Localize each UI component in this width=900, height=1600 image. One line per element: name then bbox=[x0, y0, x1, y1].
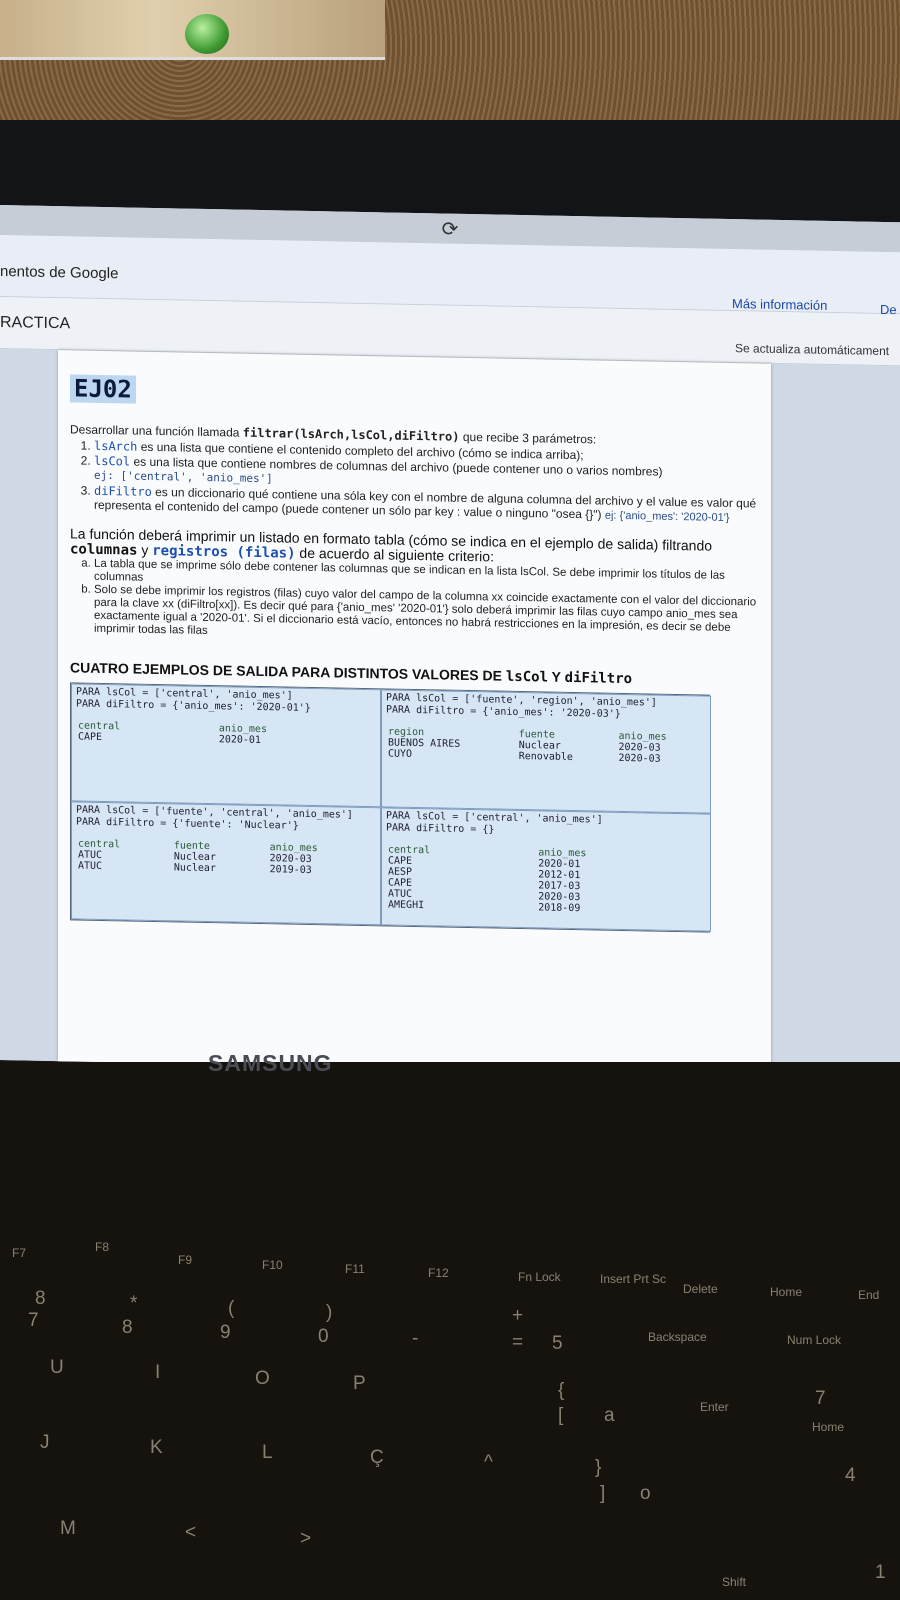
table-cell: 2020-03 bbox=[618, 752, 661, 765]
key-glyph[interactable]: + bbox=[512, 1305, 523, 1327]
table-cell: Nuclear bbox=[173, 862, 216, 875]
key-glyph[interactable]: } bbox=[595, 1457, 601, 1479]
key-label[interactable]: F7 bbox=[12, 1246, 26, 1260]
key-label[interactable]: Insert Prt Sc bbox=[600, 1272, 666, 1286]
page-heading: EJ02 bbox=[70, 374, 136, 404]
examples-title-text: CUATRO EJEMPLOS DE SALIDA PARA DISTINTOS… bbox=[70, 659, 506, 684]
param-list: lsArch es una lista que contiene el cont… bbox=[94, 439, 759, 526]
pushpin-icon bbox=[185, 14, 229, 54]
key-glyph[interactable]: O bbox=[255, 1368, 270, 1390]
table-cell: CAPE bbox=[78, 731, 103, 743]
key-label[interactable]: Enter bbox=[700, 1400, 729, 1414]
keyboard bbox=[0, 1062, 900, 1600]
refresh-icon[interactable]: ⟳ bbox=[442, 216, 459, 240]
key-glyph[interactable]: ( bbox=[228, 1298, 234, 1320]
desc-columnas: columnas bbox=[70, 541, 138, 559]
example-cell: PARA lsCol = ['central', 'anio_mes'] PAR… bbox=[381, 807, 711, 932]
document-area: EJ02 Desarrollar una función llamada fil… bbox=[0, 349, 900, 1078]
examples-title-lscol: lsCol bbox=[505, 668, 549, 686]
param-name: lsCol bbox=[94, 453, 131, 469]
function-signature: filtrar(lsArch,lsCol,diFiltro) bbox=[242, 425, 460, 444]
auto-update-status: Se actualiza automáticament bbox=[735, 341, 890, 359]
key-glyph[interactable]: ^ bbox=[484, 1452, 493, 1474]
param-example: ej: ['central', 'anio_mes'] bbox=[94, 468, 273, 486]
key-glyph[interactable]: 4 bbox=[845, 1465, 856, 1487]
intro-suffix: que recibe 3 parámetros: bbox=[459, 429, 597, 447]
key-glyph[interactable]: J bbox=[40, 1432, 50, 1454]
example-table: central fuente anio_mes ATUC Nuclear 2020-03… bbox=[76, 838, 376, 877]
table-cell: CUYO bbox=[388, 748, 413, 760]
param-example: ej: {'anio_mes': '2020-01'} bbox=[604, 509, 730, 525]
key-glyph[interactable]: o bbox=[640, 1483, 651, 1505]
table-cell: 2019-03 bbox=[269, 864, 312, 876]
intro-prefix: Desarrollar una función llamada bbox=[70, 422, 243, 440]
param-name: lsArch bbox=[94, 438, 138, 454]
notice-text: nentos de Google bbox=[0, 263, 119, 283]
key-label[interactable]: Backspace bbox=[648, 1330, 707, 1344]
key-glyph[interactable]: K bbox=[150, 1437, 163, 1459]
key-label[interactable]: Home bbox=[770, 1285, 802, 1299]
key-glyph[interactable]: Ç bbox=[370, 1447, 384, 1469]
table-cell: AMEGHI bbox=[388, 899, 425, 912]
key-glyph[interactable]: L bbox=[262, 1442, 273, 1464]
desc-y: y bbox=[137, 541, 153, 558]
param-name: diFiltro bbox=[94, 483, 152, 499]
example-cell: PARA lsCol = ['fuente', 'central', 'anio… bbox=[71, 801, 381, 926]
table-cell: 2020-01 bbox=[218, 734, 261, 747]
key-glyph[interactable]: a bbox=[604, 1405, 615, 1427]
key-glyph[interactable]: = bbox=[512, 1332, 523, 1354]
key-glyph[interactable]: 8 bbox=[35, 1288, 46, 1310]
key-glyph[interactable]: 0 bbox=[318, 1326, 329, 1348]
key-glyph[interactable]: - bbox=[412, 1328, 418, 1350]
key-glyph[interactable]: M bbox=[60, 1518, 76, 1540]
key-label[interactable]: F9 bbox=[178, 1253, 192, 1267]
key-glyph[interactable]: 7 bbox=[28, 1310, 39, 1332]
key-glyph[interactable]: ) bbox=[326, 1302, 332, 1324]
key-glyph[interactable]: 1 bbox=[875, 1562, 886, 1584]
key-glyph[interactable]: [ bbox=[558, 1405, 563, 1427]
key-glyph[interactable]: P bbox=[353, 1373, 366, 1395]
key-label[interactable]: End bbox=[858, 1288, 879, 1302]
key-glyph[interactable]: 5 bbox=[552, 1333, 563, 1355]
example-table: central anio_mes CAPE 2020-01 AESP 2012-01 … bbox=[386, 844, 706, 916]
table-cell: Renovable bbox=[518, 750, 573, 764]
criteria-list: La tabla que se imprime sólo debe conten… bbox=[94, 558, 759, 649]
key-glyph[interactable]: * bbox=[130, 1293, 137, 1315]
key-label[interactable]: Fn Lock bbox=[518, 1270, 561, 1284]
key-glyph[interactable]: 7 bbox=[815, 1388, 826, 1410]
key-label[interactable]: Home bbox=[812, 1420, 844, 1434]
key-glyph[interactable]: < bbox=[185, 1522, 196, 1544]
key-label[interactable]: F10 bbox=[262, 1258, 283, 1272]
key-glyph[interactable]: 8 bbox=[122, 1317, 133, 1339]
key-glyph[interactable]: 9 bbox=[220, 1322, 231, 1344]
key-label[interactable]: Shift bbox=[722, 1575, 746, 1589]
key-label[interactable]: F8 bbox=[95, 1240, 109, 1254]
example-cell: PARA lsCol = ['fuente', 'region', 'anio_… bbox=[381, 689, 711, 814]
key-glyph[interactable]: > bbox=[300, 1528, 311, 1550]
example-table: region fuente anio_mes BUENOS AIRES Nuclear… bbox=[386, 726, 706, 765]
key-label[interactable]: F12 bbox=[428, 1266, 449, 1280]
key-label[interactable]: Delete bbox=[683, 1282, 718, 1296]
key-glyph[interactable]: { bbox=[558, 1380, 564, 1402]
photo-scene: ⟳ nentos de Google Más información De RA… bbox=[0, 0, 900, 1600]
laptop-brand: SAMSUNG bbox=[208, 1050, 333, 1076]
key-label[interactable]: F11 bbox=[345, 1262, 365, 1276]
examples-title-difiltro: diFiltro bbox=[564, 669, 633, 688]
laptop-screen: ⟳ nentos de Google Más información De RA… bbox=[0, 205, 900, 1078]
examples-title-y: Y bbox=[548, 668, 565, 685]
key-glyph[interactable]: U bbox=[50, 1357, 64, 1379]
document-page: EJ02 Desarrollar una función llamada fil… bbox=[58, 350, 771, 1075]
key-glyph[interactable]: I bbox=[155, 1362, 160, 1384]
example-cell: PARA lsCol = ['central', 'anio_mes'] PAR… bbox=[71, 683, 381, 808]
doc-title: RACTICA bbox=[0, 314, 71, 333]
table-cell: ATUC bbox=[78, 860, 103, 872]
example-table: central anio_mes CAPE 2020-01 bbox=[76, 720, 376, 748]
examples-grid: PARA lsCol = ['central', 'anio_mes'] PAR… bbox=[70, 682, 711, 933]
key-glyph[interactable]: ] bbox=[600, 1483, 605, 1505]
key-label[interactable]: Num Lock bbox=[787, 1333, 841, 1347]
table-cell: 2018-09 bbox=[538, 902, 581, 915]
